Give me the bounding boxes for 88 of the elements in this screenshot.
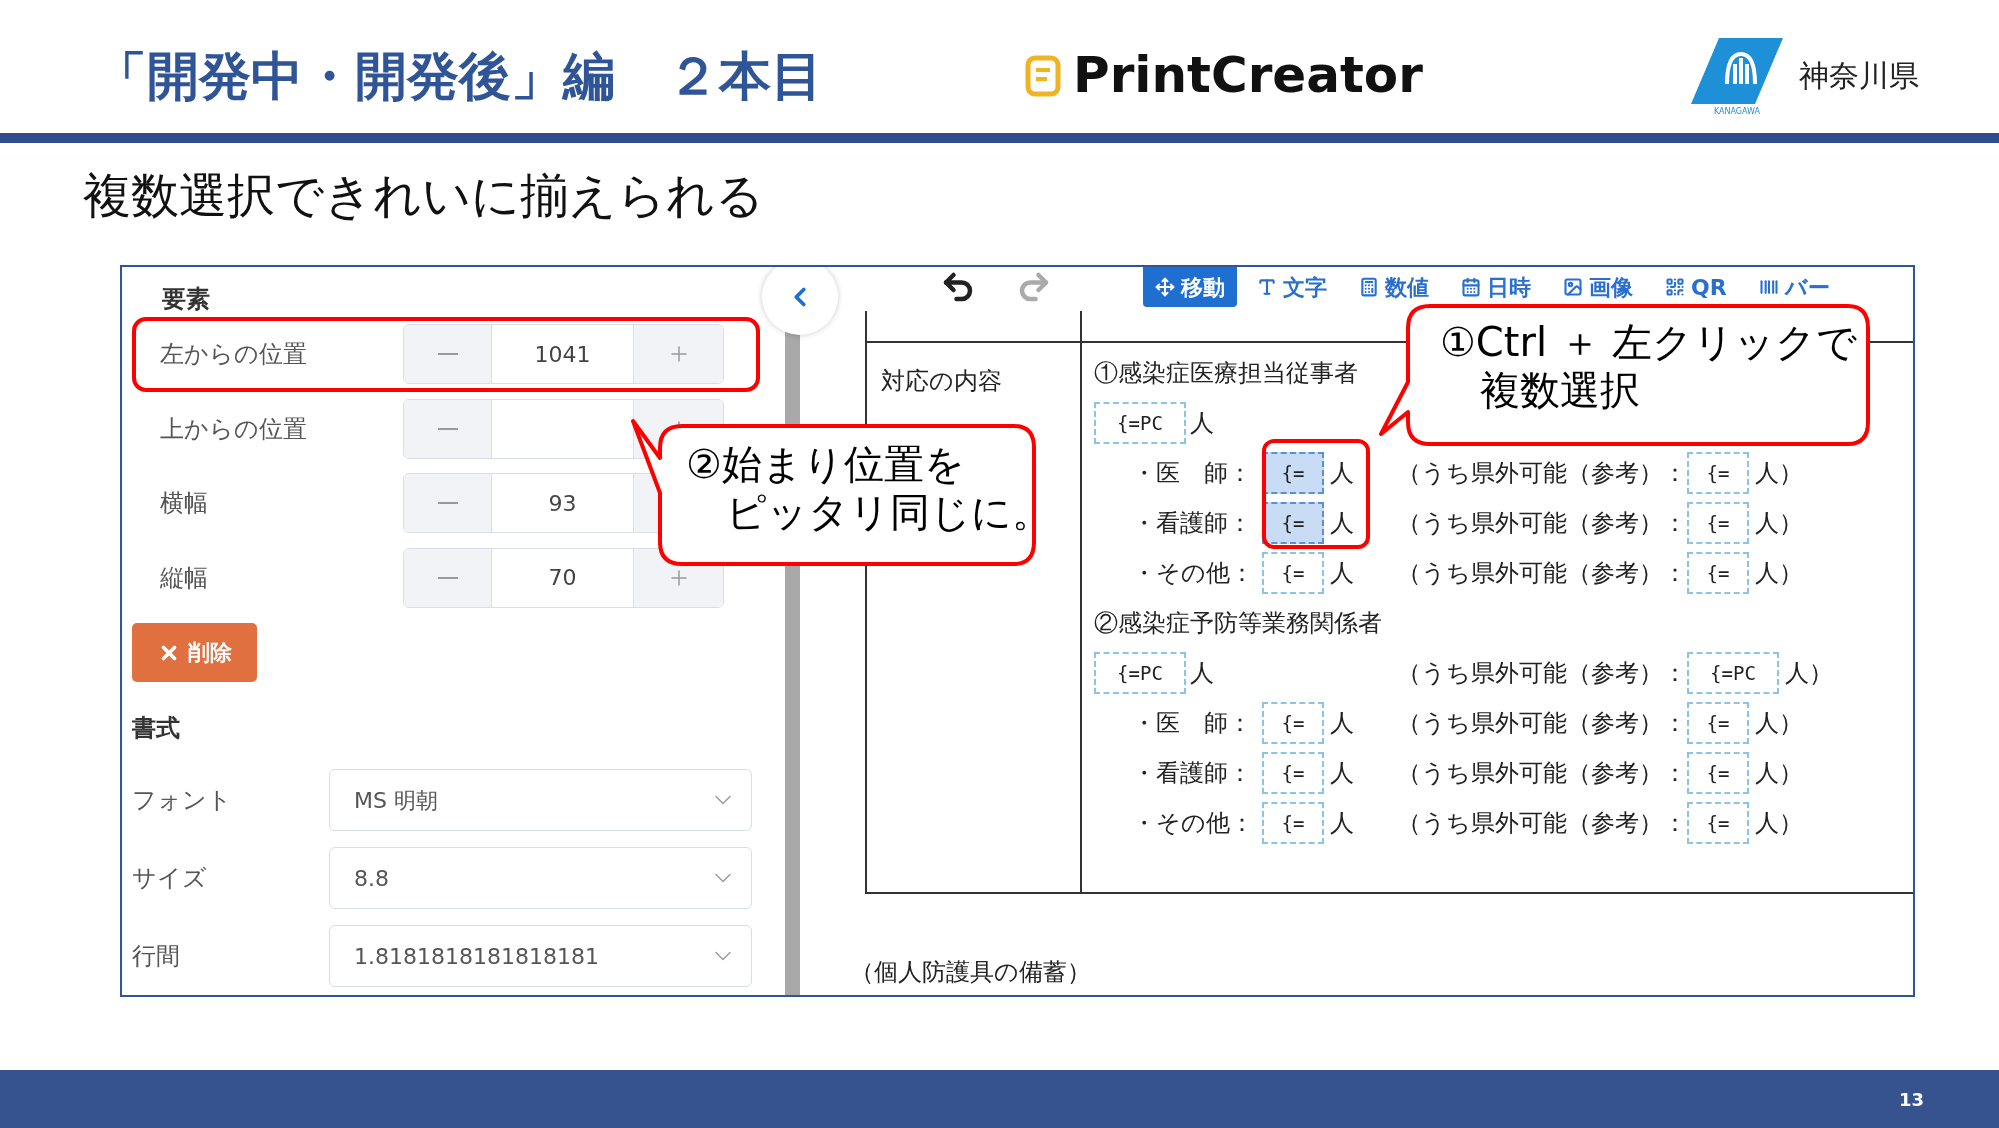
document-text: ・その他： [1132, 808, 1255, 839]
dropdown-select[interactable]: MS 明朝 [329, 769, 752, 831]
document-text: 人 [1330, 808, 1354, 839]
qr-tool-icon [1665, 277, 1685, 297]
decrement-button[interactable] [404, 548, 492, 607]
minus-icon [437, 353, 458, 356]
field-label: 縦幅 [160, 562, 209, 594]
placeholder-field[interactable]: {=PC [1687, 652, 1779, 694]
placeholder-field[interactable]: {= [1262, 752, 1324, 794]
document-text: 人） [1755, 808, 1803, 839]
document-text: （うち県外可能（参考）： [1397, 708, 1687, 739]
placeholder-field[interactable]: {= [1262, 552, 1324, 594]
minus-icon [437, 427, 458, 430]
organization-name: 神奈川県 [1799, 57, 1919, 95]
slide-subtitle: 複数選択できれいに揃えられる [83, 167, 764, 223]
document-text: （うち県外可能（参考）： [1397, 758, 1687, 789]
field-label: 上からの位置 [160, 413, 308, 445]
dropdown-select[interactable]: 8.8 [329, 847, 752, 909]
document-text: 人） [1755, 558, 1803, 589]
decrement-button[interactable] [404, 325, 492, 384]
callout-text: ピッタリ同じに。 [725, 488, 1040, 536]
placeholder-field[interactable]: {=PC [1094, 402, 1186, 444]
document-text: （うち県外可能（参考）： [1397, 808, 1687, 839]
placeholder-field[interactable]: {= [1262, 802, 1324, 844]
document-text: ・医 師： [1132, 708, 1253, 739]
section-heading: ②感染症予防等業務関係者 [1094, 608, 1382, 639]
callout-text: ①Ctrl ＋ 左クリックで [1440, 318, 1859, 366]
section-heading: ①感染症医療担当従事者 [1094, 358, 1358, 389]
document-text: ・看護師： [1132, 508, 1253, 539]
document-text: 人 [1330, 758, 1354, 789]
number-tool-icon [1359, 277, 1379, 297]
brand-logo-text: PrintCreator [1073, 45, 1423, 106]
barcode-tool-icon [1758, 277, 1779, 297]
document-text: 人 [1330, 508, 1354, 539]
number-stepper[interactable]: 1041 [403, 324, 724, 385]
page-number: 13 [1898, 1087, 1924, 1112]
dropdown-select[interactable]: 1.8181818181818181 [329, 925, 752, 987]
document-text: 人） [1755, 458, 1803, 489]
section-heading: 要素 [161, 284, 211, 315]
document-text: 人 [1330, 458, 1354, 489]
callout-text: 複数選択 [1479, 366, 1641, 414]
document-text: ・その他： [1132, 558, 1255, 589]
field-label: フォント [132, 785, 233, 816]
text-tool-icon [1257, 277, 1277, 297]
document-text: 人 [1190, 658, 1214, 689]
document-text: （うち県外可能（参考）： [1397, 508, 1687, 539]
number-stepper[interactable]: 70 [403, 547, 724, 608]
placeholder-field[interactable]: {= [1262, 702, 1324, 744]
field-label: 左からの位置 [160, 339, 308, 371]
placeholder-field[interactable]: {= [1687, 802, 1749, 844]
minus-icon [437, 502, 458, 505]
document-text: 人） [1755, 758, 1803, 789]
document-text: ・看護師： [1132, 758, 1253, 789]
document-text: 人 [1190, 408, 1214, 439]
document-text: （うち県外可能（参考）： [1397, 558, 1687, 589]
placeholder-field[interactable]: {=PC [1094, 652, 1186, 694]
placeholder-field[interactable]: {= [1687, 702, 1749, 744]
note-icon [1025, 54, 1061, 97]
slide-title: 「開発中・開発後」編 ２本目 [95, 44, 824, 108]
document-text: 人 [1330, 708, 1354, 739]
document-text: （個人防護具の備蓄） [850, 958, 1091, 986]
logo-caption: KANAGAWA [1713, 106, 1761, 116]
decrement-button[interactable] [404, 474, 492, 533]
move-tool-icon [1155, 277, 1175, 297]
tool-tab[interactable]: 移動 [1143, 267, 1237, 307]
field-label: 行間 [132, 941, 181, 972]
placeholder-field[interactable]: {= [1687, 452, 1749, 494]
section-heading: 書式 [132, 713, 181, 744]
prefecture-logo-icon [1689, 35, 1785, 106]
field-label: 横幅 [160, 488, 209, 520]
placeholder-field[interactable]: {= [1687, 552, 1749, 594]
document-text: 人） [1755, 508, 1803, 539]
document-text: 人） [1755, 708, 1803, 739]
field-label: サイズ [132, 863, 208, 894]
minus-icon [437, 576, 458, 579]
placeholder-field[interactable]: {= [1262, 502, 1324, 544]
image-tool-icon [1563, 277, 1583, 297]
document-text: 人 [1330, 558, 1354, 589]
placeholder-field[interactable]: {= [1687, 502, 1749, 544]
decrement-button[interactable] [404, 399, 492, 458]
document-text: （うち県外可能（参考）： [1397, 458, 1687, 489]
collapse-button[interactable] [762, 267, 838, 335]
table-header-cell: 対応の内容 [881, 367, 1002, 395]
document-text: 人） [1785, 658, 1833, 689]
document-text: ・医 師： [1132, 458, 1253, 489]
document-text: （うち県外可能（参考）： [1397, 658, 1687, 689]
placeholder-field[interactable]: {= [1687, 752, 1749, 794]
date-tool-icon [1461, 277, 1481, 297]
